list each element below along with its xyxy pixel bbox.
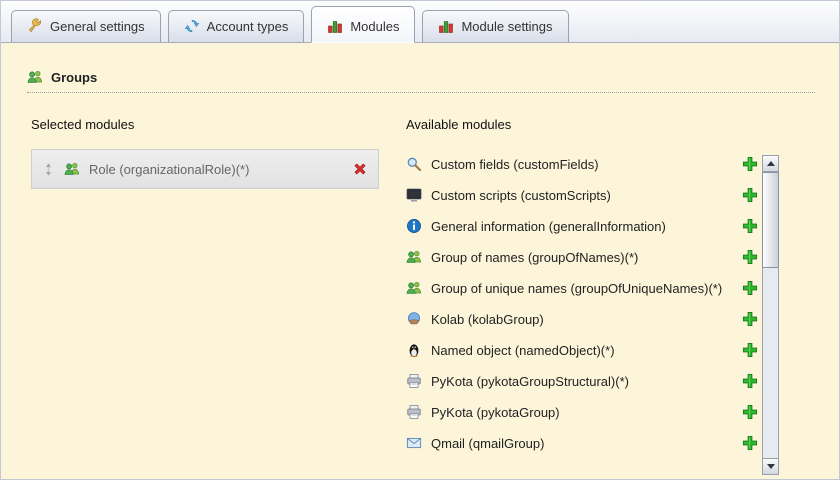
- available-module-label: PyKota (pykotaGroup): [431, 405, 560, 420]
- add-module-button[interactable]: [742, 187, 758, 203]
- available-module-label: Named object (namedObject)(*): [431, 343, 615, 358]
- add-module-button[interactable]: [742, 156, 758, 172]
- modules-icon: [327, 18, 343, 34]
- printer-icon: [406, 373, 422, 389]
- scrollbar[interactable]: [762, 155, 779, 475]
- available-module-row: PyKota (pykotaGroup): [406, 397, 758, 428]
- selected-module-row[interactable]: Role (organizationalRole)(*): [31, 149, 379, 189]
- wrench-icon: [27, 18, 43, 34]
- sync-icon: [184, 18, 200, 34]
- tab-account-types[interactable]: Account types: [167, 10, 305, 42]
- drag-handle-icon[interactable]: [42, 162, 55, 176]
- module-settings-icon: [438, 18, 454, 34]
- tab-label: General settings: [50, 18, 145, 34]
- available-module-row: Named object (namedObject)(*): [406, 335, 758, 366]
- scrollbar-thumb[interactable]: [762, 172, 779, 268]
- selected-modules-column: Selected modules Role (organizationalRol…: [31, 117, 379, 459]
- add-module-button[interactable]: [742, 280, 758, 296]
- available-module-label: Custom scripts (customScripts): [431, 188, 611, 203]
- kolab-icon: [406, 311, 422, 327]
- add-module-button[interactable]: [742, 311, 758, 327]
- available-module-label: Kolab (kolabGroup): [431, 312, 544, 327]
- section-header-groups: Groups: [27, 69, 815, 93]
- available-module-row: Custom fields (customFields): [406, 149, 758, 180]
- available-module-label: General information (generalInformation): [431, 219, 666, 234]
- modules-content: Groups Selected modules Role (organizati…: [1, 43, 839, 479]
- available-module-label: Qmail (qmailGroup): [431, 436, 545, 451]
- group-icon: [406, 249, 422, 265]
- arrow-up-icon: [766, 161, 775, 166]
- available-module-row: General information (generalInformation): [406, 211, 758, 242]
- penguin-icon: [406, 342, 422, 358]
- available-module-row: Group of names (groupOfNames)(*): [406, 242, 758, 273]
- group-icon: [64, 161, 80, 177]
- selected-module-label: Role (organizationalRole)(*): [89, 161, 250, 177]
- tab-modules[interactable]: Modules: [311, 6, 416, 43]
- available-modules-list: Custom fields (customFields) Custom scri…: [406, 149, 758, 459]
- tab-general-settings[interactable]: General settings: [11, 10, 161, 42]
- available-module-label: Group of names (groupOfNames)(*): [431, 250, 639, 265]
- add-module-button[interactable]: [742, 249, 758, 265]
- scrollbar-down-button[interactable]: [763, 458, 778, 474]
- selected-modules-list: Role (organizationalRole)(*): [31, 149, 379, 189]
- remove-module-button[interactable]: [352, 161, 368, 177]
- available-module-row: Qmail (qmailGroup): [406, 428, 758, 459]
- modules-config-page: General settings Account types Modules M…: [0, 0, 840, 480]
- available-module-label: PyKota (pykotaGroupStructural)(*): [431, 374, 629, 389]
- module-columns: Selected modules Role (organizationalRol…: [31, 117, 839, 459]
- available-module-row: PyKota (pykotaGroupStructural)(*): [406, 366, 758, 397]
- available-module-row: Custom scripts (customScripts): [406, 180, 758, 211]
- available-modules-column: Available modules Custom fields (customF…: [406, 117, 758, 459]
- tab-label: Modules: [350, 18, 400, 34]
- add-module-button[interactable]: [742, 218, 758, 234]
- add-module-button[interactable]: [742, 435, 758, 451]
- tab-label: Module settings: [461, 18, 553, 34]
- magnifier-icon: [406, 156, 422, 172]
- add-module-button[interactable]: [742, 342, 758, 358]
- selected-modules-heading: Selected modules: [31, 117, 135, 132]
- screen-icon: [406, 187, 422, 203]
- printer-icon: [406, 404, 422, 420]
- tab-label: Account types: [206, 18, 289, 34]
- available-module-row: Kolab (kolabGroup): [406, 304, 758, 335]
- tab-bar: General settings Account types Modules M…: [1, 1, 839, 43]
- arrow-down-icon: [766, 464, 775, 469]
- groups-icon: [27, 69, 43, 85]
- scrollbar-track[interactable]: [762, 172, 779, 458]
- info-icon: [406, 218, 422, 234]
- available-modules-heading: Available modules: [406, 117, 512, 132]
- available-module-label: Group of unique names (groupOfUniqueName…: [431, 281, 723, 296]
- available-module-row: Group of unique names (groupOfUniqueName…: [406, 273, 758, 304]
- group-icon: [406, 280, 422, 296]
- mail-icon: [406, 435, 422, 451]
- scrollbar-up-button[interactable]: [763, 156, 778, 172]
- add-module-button[interactable]: [742, 404, 758, 420]
- section-title: Groups: [51, 69, 98, 85]
- tab-module-settings[interactable]: Module settings: [422, 10, 569, 42]
- available-module-label: Custom fields (customFields): [431, 157, 599, 172]
- add-module-button[interactable]: [742, 373, 758, 389]
